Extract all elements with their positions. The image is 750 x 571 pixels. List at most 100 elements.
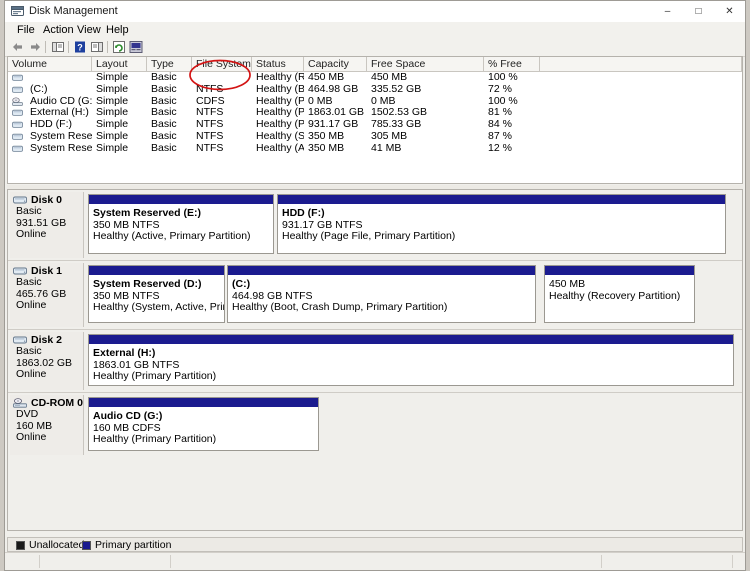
disk-partition[interactable]: Audio CD (G:) 160 MB CDFS Healthy (Primary… xyxy=(88,397,319,451)
cell-free-space: 0 MB xyxy=(371,95,396,107)
column-header-status[interactable]: Status xyxy=(252,57,304,71)
column-header-volume[interactable]: Volume xyxy=(8,57,92,71)
forward-arrow-icon[interactable] xyxy=(28,40,42,54)
cell-percent-free: 84 % xyxy=(488,119,512,131)
disk-label: CD-ROM 0 xyxy=(31,397,83,409)
menu-item-help[interactable]: Help xyxy=(104,24,131,36)
volume-row[interactable]: HDD (F:) Simple Basic NTFS Healthy (P... 931.… xyxy=(8,119,742,131)
disk-management-icon xyxy=(11,5,24,17)
partition-color-bar xyxy=(89,398,318,407)
disk-row: CD-ROM 0 DVD 160 MB Online Audio CD (G:) 160 … xyxy=(8,393,742,457)
cell-capacity: 931.17 GB xyxy=(308,119,359,131)
close-icon: ✕ xyxy=(725,5,734,17)
disk-graphical-pane: Disk 0 Basic 931.51 GB Online System Reserve… xyxy=(7,189,743,531)
show-hide-console-tree-icon[interactable] xyxy=(51,40,65,54)
cell-free-space: 785.33 GB xyxy=(371,119,422,131)
menu-item-view[interactable]: View xyxy=(75,24,103,36)
show-hide-action-pane-icon[interactable] xyxy=(90,40,104,54)
disk-partition[interactable]: System Reserved (E:) 350 MB NTFS Healthy (… xyxy=(88,194,274,254)
disk-info-panel[interactable]: Disk 1 Basic 465.76 GB Online xyxy=(10,263,84,327)
partition-status: Healthy (Primary Partition) xyxy=(93,433,217,445)
legend-bar: Unallocated Primary partition xyxy=(7,537,743,552)
volume-icon xyxy=(12,120,23,129)
disk-info-panel[interactable]: Disk 2 Basic 1863.02 GB Online xyxy=(10,332,84,390)
cell-file-system xyxy=(192,72,252,84)
properties-icon[interactable] xyxy=(129,40,143,54)
cell-volume: HDD (F:) xyxy=(30,119,72,131)
title-bar: Disk Management – □ ✕ xyxy=(5,1,745,23)
disk-state: Online xyxy=(16,368,47,380)
menu-bar: File Action View Help xyxy=(5,22,745,38)
desktop-background: Disk Management – □ ✕ File Action View H… xyxy=(0,0,750,571)
minimize-button[interactable]: – xyxy=(652,1,683,22)
volume-icon xyxy=(12,108,23,117)
volume-row[interactable]: Simple Basic Healthy (R... 450 MB 450 MB 100 … xyxy=(8,72,742,84)
cell-file-system: NTFS xyxy=(196,107,224,119)
cell-percent-free: 100 % xyxy=(488,95,518,107)
status-separator-4 xyxy=(732,555,733,568)
disk-partition[interactable]: 450 MB Healthy (Recovery Partition) xyxy=(544,265,695,323)
disk-info-panel[interactable]: CD-ROM 0 DVD 160 MB Online xyxy=(10,395,84,455)
cell-free-space: 450 MB xyxy=(371,72,408,83)
partition-title: External (H:) xyxy=(93,347,156,359)
cell-capacity: 464.98 GB xyxy=(308,83,359,95)
partition-status: Healthy (Page File, Primary Partition) xyxy=(282,230,456,242)
partition-title: (C:) xyxy=(232,278,251,290)
cell-file-system: NTFS xyxy=(196,131,224,142)
minimize-icon: – xyxy=(664,5,671,17)
cell-layout: Simple xyxy=(96,131,129,142)
cell-layout: Simple xyxy=(96,107,129,119)
column-header-type[interactable]: Type xyxy=(147,57,192,71)
disk-partition[interactable]: External (H:) 1863.01 GB NTFS Healthy (Pri… xyxy=(88,334,734,386)
disk-partition[interactable]: (C:) 464.98 GB NTFS Healthy (Boot, Crash D… xyxy=(227,265,536,323)
legend-label-primary: Primary partition xyxy=(95,539,172,551)
column-header-file-system[interactable]: File System xyxy=(192,57,252,71)
disk-state: Online xyxy=(16,228,47,240)
refresh-icon[interactable] xyxy=(112,40,126,54)
partition-color-bar xyxy=(89,266,224,275)
help-icon[interactable]: ? xyxy=(73,40,87,54)
column-header-percent-free[interactable]: % Free xyxy=(484,57,540,71)
partition-details: HDD (F:) 931.17 GB NTFS Healthy (Page File… xyxy=(278,205,725,253)
volume-row[interactable]: System Reserved (... Simple Basic NTFS Healt… xyxy=(8,131,742,143)
disk-partition[interactable]: HDD (F:) 931.17 GB NTFS Healthy (Page File… xyxy=(277,194,726,254)
disk-icon xyxy=(13,266,27,276)
volume-row[interactable]: (C:) Simple Basic NTFS Healthy (B... 464.98 G… xyxy=(8,84,742,96)
partition-status: Healthy (System, Active, Primary Part xyxy=(93,301,224,313)
volume-row[interactable]: Audio CD (G:) Simple Basic CDFS Healthy (P..… xyxy=(8,96,742,108)
back-arrow-icon[interactable] xyxy=(11,40,25,54)
cell-file-system: CDFS xyxy=(196,95,225,107)
cell-layout: Simple xyxy=(96,83,129,95)
close-button[interactable]: ✕ xyxy=(714,1,745,22)
column-header-layout[interactable]: Layout xyxy=(92,57,147,71)
volume-row[interactable]: System Reserved (... Simple Basic NTFS Healt… xyxy=(8,143,742,155)
tool-bar: ? xyxy=(5,38,745,57)
cell-status: Healthy (P... xyxy=(256,107,304,119)
cell-percent-free: 100 % xyxy=(488,72,518,83)
column-header-extra[interactable] xyxy=(540,57,742,71)
legend-swatch-unallocated xyxy=(16,541,25,550)
toolbar-separator-3 xyxy=(107,41,108,53)
volume-icon xyxy=(12,144,23,153)
maximize-button[interactable]: □ xyxy=(683,1,714,22)
menu-item-file[interactable]: File xyxy=(15,24,37,36)
cell-status: Healthy (R... xyxy=(256,72,304,83)
volume-row[interactable]: External (H:) Simple Basic NTFS Healthy (P..… xyxy=(8,107,742,119)
toolbar-separator-2 xyxy=(68,41,69,53)
cdrom-drive-icon xyxy=(13,398,27,408)
cell-capacity: 350 MB xyxy=(308,131,345,142)
disk-info-panel[interactable]: Disk 0 Basic 931.51 GB Online xyxy=(10,192,84,258)
column-header-capacity[interactable]: Capacity xyxy=(304,57,367,71)
cell-status: Healthy (P... xyxy=(256,119,304,131)
cell-type: Basic xyxy=(151,142,177,154)
menu-item-action[interactable]: Action xyxy=(41,24,76,36)
partition-details: (C:) 464.98 GB NTFS Healthy (Boot, Crash D… xyxy=(228,276,535,322)
cell-capacity: 450 MB xyxy=(308,72,345,83)
partition-color-bar xyxy=(228,266,535,275)
disk-partition[interactable]: System Reserved (D:) 350 MB NTFS Healthy (… xyxy=(88,265,225,323)
status-separator-1 xyxy=(39,555,40,568)
column-header-free-space[interactable]: Free Space xyxy=(367,57,484,71)
cell-capacity: 0 MB xyxy=(308,95,333,107)
toolbar-separator-1 xyxy=(45,41,46,53)
status-bar xyxy=(5,552,745,570)
